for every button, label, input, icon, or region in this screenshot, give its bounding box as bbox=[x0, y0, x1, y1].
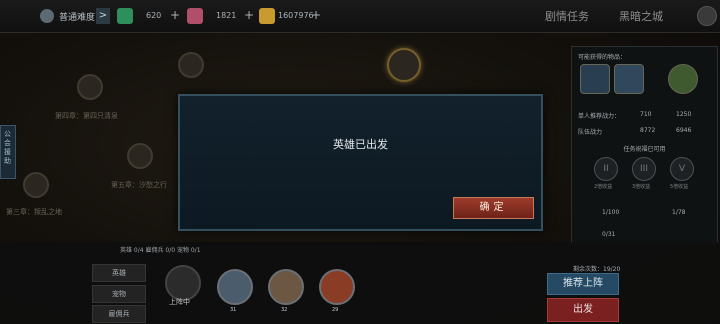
hero-portrait[interactable] bbox=[217, 269, 253, 305]
hero-level: 29 bbox=[332, 307, 339, 313]
reward-exp-icon[interactable] bbox=[668, 64, 698, 94]
reward-helmet-icon[interactable] bbox=[614, 64, 644, 94]
pink-crystal-icon bbox=[187, 8, 203, 24]
tab-mercenaries[interactable]: 雇佣兵 bbox=[92, 305, 146, 323]
hero-level: 32 bbox=[281, 307, 288, 313]
settings-icon[interactable] bbox=[697, 6, 717, 26]
solo-power-value-2: 1250 bbox=[676, 111, 692, 118]
reward-armor-icon[interactable] bbox=[580, 64, 610, 94]
difficulty-icon bbox=[40, 9, 54, 23]
solo-power-value: 710 bbox=[640, 111, 652, 118]
dispatch-button[interactable]: 出发 bbox=[547, 298, 619, 322]
quintuple-reward-label: 5倍收益 bbox=[670, 184, 689, 190]
add-gold-button[interactable]: + bbox=[311, 8, 321, 22]
buffs-title: 任务祝福已可用 bbox=[623, 146, 666, 153]
tab-pets[interactable]: 宠物 bbox=[92, 285, 146, 303]
pink-crystal-count: 1821 bbox=[216, 11, 237, 20]
recommend-team-button[interactable]: 推荐上阵 bbox=[547, 273, 619, 295]
hero-portrait[interactable] bbox=[268, 269, 304, 305]
dispatch-remaining: 剩余次数：19/20 bbox=[573, 266, 621, 273]
difficulty-next-button[interactable]: > bbox=[96, 8, 110, 24]
add-pink-crystal-button[interactable]: + bbox=[244, 8, 254, 22]
green-gem-count: 620 bbox=[146, 11, 162, 20]
hero-portrait[interactable] bbox=[319, 269, 355, 305]
team-slot-summary: 英雄 0/4 雇佣兵 0/0 宠物 0/1 bbox=[120, 247, 201, 254]
difficulty-label[interactable]: 普通难度 bbox=[59, 10, 95, 23]
team-slot-empty[interactable] bbox=[165, 265, 201, 301]
double-reward-label: 2倍收益 bbox=[594, 184, 613, 190]
notification-dialog: 英雄已出发 确定 bbox=[178, 94, 543, 231]
team-slot-label: 上阵中 bbox=[169, 298, 190, 306]
gold-coin-count: 1607976 bbox=[278, 11, 314, 20]
tab-dark-city[interactable]: 黑暗之城 bbox=[619, 8, 663, 24]
counter-2: 1/78 bbox=[672, 209, 686, 216]
guild-assist-tab[interactable]: 公会援助 bbox=[0, 125, 16, 179]
team-power-value: 8772 bbox=[640, 127, 656, 134]
tab-heroes[interactable]: 英雄 bbox=[92, 264, 146, 282]
quest-info-panel: 可能获得的物品： 单人推荐战力： 710 1250 队伍战力 8772 6946… bbox=[571, 46, 718, 244]
confirm-button[interactable]: 确定 bbox=[453, 197, 534, 219]
green-gem-icon bbox=[117, 8, 133, 24]
quintuple-reward-seal-icon[interactable]: V bbox=[670, 157, 694, 181]
counter-1: 1/100 bbox=[602, 209, 620, 216]
double-reward-seal-icon[interactable]: II bbox=[594, 157, 618, 181]
top-bar: 普通难度 > 620 + 1821 + 1607976 + 剧情任务 黑暗之城 bbox=[0, 0, 720, 33]
dialog-message: 英雄已出发 bbox=[333, 138, 388, 151]
tab-story-quests[interactable]: 剧情任务 bbox=[545, 8, 589, 24]
triple-reward-label: 3倍收益 bbox=[632, 184, 651, 190]
hero-level: 31 bbox=[230, 307, 237, 313]
rewards-title: 可能获得的物品： bbox=[578, 54, 627, 61]
counter-3: 0/31 bbox=[602, 231, 616, 238]
triple-reward-seal-icon[interactable]: III bbox=[632, 157, 656, 181]
team-power-label: 队伍战力 bbox=[578, 129, 603, 136]
team-power-value-2: 6946 bbox=[676, 127, 692, 134]
guild-assist-label: 公会援助 bbox=[4, 130, 11, 165]
gold-coin-icon bbox=[259, 8, 275, 24]
add-green-gem-button[interactable]: + bbox=[170, 8, 180, 22]
solo-power-label: 单人推荐战力： bbox=[578, 113, 621, 120]
